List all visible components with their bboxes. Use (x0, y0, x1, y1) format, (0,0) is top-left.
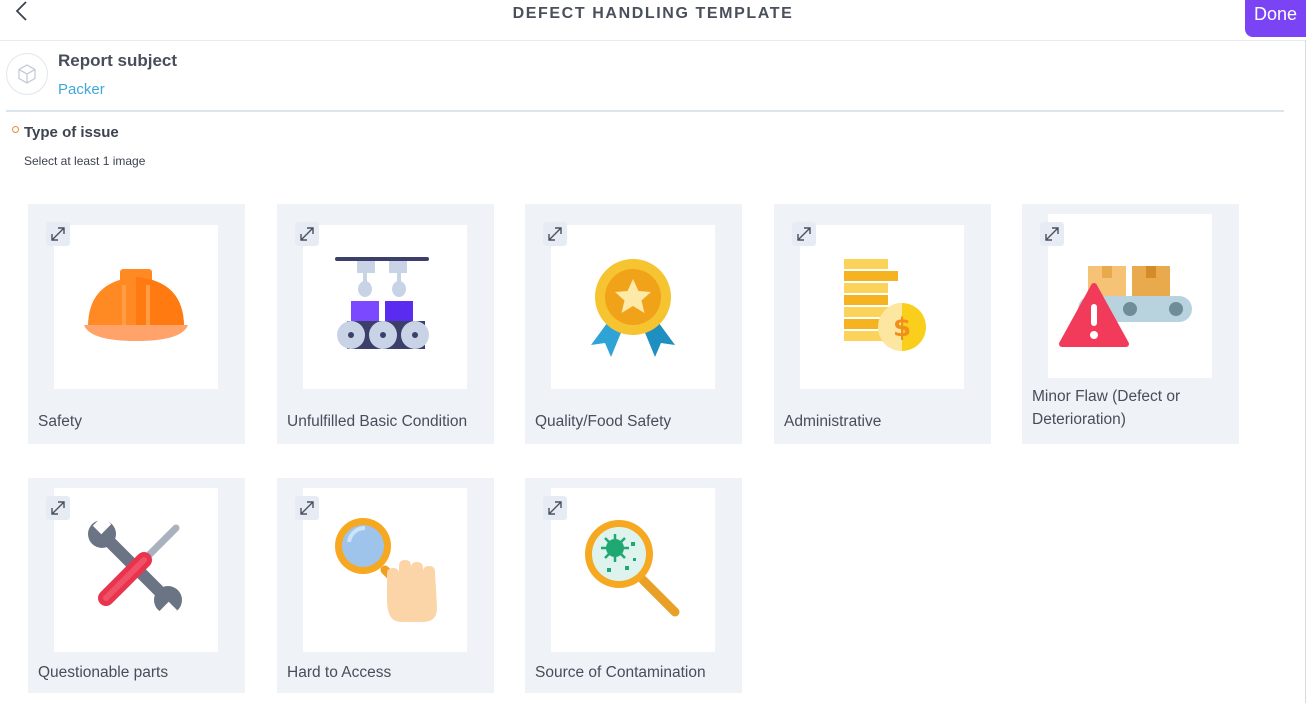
option-image (303, 225, 467, 389)
option-source-of-contamination[interactable]: Source of Contamination (525, 478, 742, 693)
coins-icon: $ (844, 259, 926, 351)
award-medal-icon (591, 259, 675, 357)
option-label: Quality/Food Safety (535, 413, 672, 430)
expand-icon[interactable] (543, 496, 567, 520)
subject-label: Report subject (58, 51, 178, 70)
option-label: Questionable parts (38, 664, 169, 681)
subject-value[interactable]: Packer (58, 81, 105, 98)
option-unfulfilled-basic-condition[interactable]: Unfulfilled Basic Condition (277, 204, 494, 444)
option-administrative[interactable]: $ Administrative (774, 204, 991, 444)
conveyor-warning-icon (1059, 266, 1192, 347)
option-image (54, 488, 218, 652)
hard-hat-icon (84, 269, 188, 341)
expand-icon[interactable] (543, 222, 567, 246)
report-subject: Report subject Packer (0, 41, 1306, 111)
expand-icon[interactable] (295, 496, 319, 520)
option-label: Safety (38, 413, 82, 430)
magnifier-bacteria-icon (585, 520, 680, 617)
expand-icon[interactable] (295, 222, 319, 246)
option-questionable-parts[interactable]: Questionable parts (28, 478, 245, 693)
option-safety[interactable]: Safety (28, 204, 245, 444)
option-label: Administrative (784, 413, 882, 430)
done-button[interactable]: Done (1245, 0, 1306, 37)
issue-subtitle: Select at least 1 image (24, 154, 146, 168)
option-label: Minor Flaw (Defect or Deterioration) (1032, 388, 1181, 428)
wrench-screwdriver-icon (88, 515, 182, 621)
divider (6, 110, 1284, 112)
option-label: Source of Contamination (535, 664, 706, 681)
issue-title: Type of issue (24, 124, 119, 141)
expand-icon[interactable] (46, 496, 70, 520)
option-image (551, 488, 715, 652)
option-image (303, 488, 467, 652)
page-title: DEFECT HANDLING TEMPLATE (512, 5, 794, 22)
expand-icon[interactable] (1040, 222, 1064, 246)
option-hard-to-access[interactable]: Hard to Access (277, 478, 494, 693)
cube-icon (6, 53, 48, 95)
option-label: Hard to Access (287, 664, 392, 681)
machine-icon (335, 257, 429, 349)
option-image (1048, 214, 1212, 378)
required-indicator (12, 126, 19, 133)
magnifier-hand-icon (335, 518, 437, 622)
option-image: $ (800, 225, 964, 389)
option-minor-flaw[interactable]: Minor Flaw (Defect or Deterioration) (1022, 204, 1239, 444)
expand-icon[interactable] (46, 222, 70, 246)
option-label: Unfulfilled Basic Condition (287, 413, 468, 430)
svg-text:$: $ (893, 313, 911, 343)
option-quality-food-safety[interactable]: Quality/Food Safety (525, 204, 742, 444)
option-image (551, 225, 715, 389)
option-image (54, 225, 218, 389)
expand-icon[interactable] (792, 222, 816, 246)
top-bar: DEFECT HANDLING TEMPLATE Done (0, 0, 1306, 41)
